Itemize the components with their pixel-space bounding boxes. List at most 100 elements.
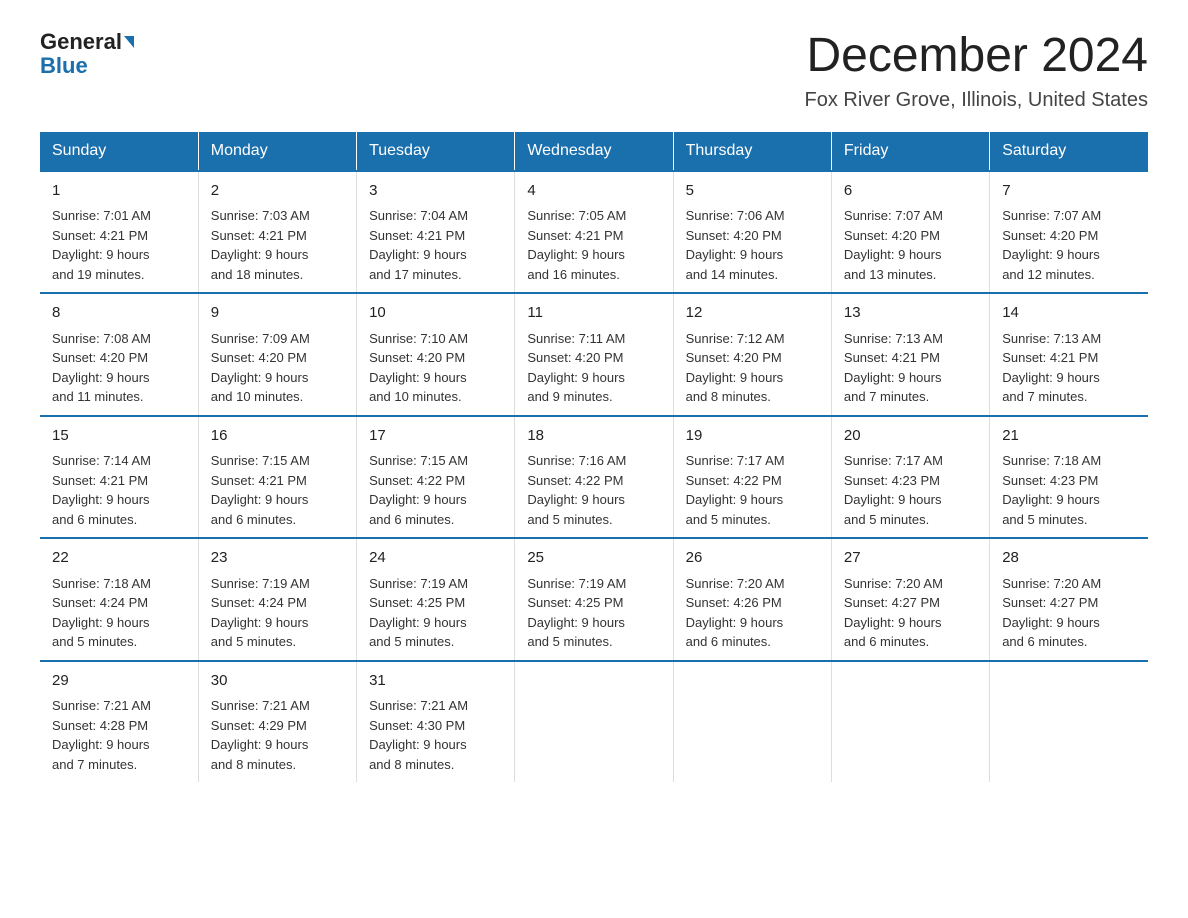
- day-number: 22: [52, 547, 186, 570]
- calendar-cell: 2 Sunrise: 7:03 AM Sunset: 4:21 PM Dayli…: [198, 171, 356, 294]
- day-sunrise: Sunrise: 7:05 AM: [527, 208, 626, 223]
- day-number: 23: [211, 547, 344, 570]
- day-sunrise: Sunrise: 7:08 AM: [52, 331, 151, 346]
- day-daylight: Daylight: 9 hoursand 6 minutes.: [52, 492, 150, 527]
- day-sunrise: Sunrise: 7:15 AM: [369, 453, 468, 468]
- day-sunrise: Sunrise: 7:20 AM: [686, 576, 785, 591]
- day-number: 17: [369, 425, 502, 448]
- day-sunset: Sunset: 4:20 PM: [686, 228, 782, 243]
- day-sunrise: Sunrise: 7:18 AM: [1002, 453, 1101, 468]
- day-sunrise: Sunrise: 7:07 AM: [844, 208, 943, 223]
- day-sunset: Sunset: 4:25 PM: [369, 595, 465, 610]
- day-daylight: Daylight: 9 hoursand 8 minutes.: [686, 370, 784, 405]
- day-daylight: Daylight: 9 hoursand 7 minutes.: [844, 370, 942, 405]
- calendar-cell: 11 Sunrise: 7:11 AM Sunset: 4:20 PM Dayl…: [515, 293, 673, 416]
- day-number: 6: [844, 180, 977, 203]
- calendar-cell: 3 Sunrise: 7:04 AM Sunset: 4:21 PM Dayli…: [357, 171, 515, 294]
- calendar-day-header: Sunday: [40, 132, 198, 171]
- logo-blue-text: Blue: [40, 54, 88, 78]
- day-number: 5: [686, 180, 819, 203]
- calendar-cell: 26 Sunrise: 7:20 AM Sunset: 4:26 PM Dayl…: [673, 538, 831, 661]
- calendar-cell: 13 Sunrise: 7:13 AM Sunset: 4:21 PM Dayl…: [831, 293, 989, 416]
- calendar-cell: 23 Sunrise: 7:19 AM Sunset: 4:24 PM Dayl…: [198, 538, 356, 661]
- day-daylight: Daylight: 9 hoursand 5 minutes.: [369, 615, 467, 650]
- day-daylight: Daylight: 9 hoursand 8 minutes.: [211, 737, 309, 772]
- calendar-cell: 21 Sunrise: 7:18 AM Sunset: 4:23 PM Dayl…: [990, 416, 1148, 539]
- page-header: General Blue December 2024 Fox River Gro…: [40, 30, 1148, 112]
- calendar-week-row: 8 Sunrise: 7:08 AM Sunset: 4:20 PM Dayli…: [40, 293, 1148, 416]
- calendar-cell: 31 Sunrise: 7:21 AM Sunset: 4:30 PM Dayl…: [357, 661, 515, 783]
- day-number: 18: [527, 425, 660, 448]
- calendar-day-header: Thursday: [673, 132, 831, 171]
- day-daylight: Daylight: 9 hoursand 16 minutes.: [527, 247, 625, 282]
- day-sunset: Sunset: 4:23 PM: [844, 473, 940, 488]
- day-sunset: Sunset: 4:21 PM: [527, 228, 623, 243]
- day-daylight: Daylight: 9 hoursand 7 minutes.: [1002, 370, 1100, 405]
- day-number: 12: [686, 302, 819, 325]
- day-sunset: Sunset: 4:28 PM: [52, 718, 148, 733]
- day-sunrise: Sunrise: 7:21 AM: [52, 698, 151, 713]
- day-sunset: Sunset: 4:20 PM: [1002, 228, 1098, 243]
- day-daylight: Daylight: 9 hoursand 14 minutes.: [686, 247, 784, 282]
- calendar-cell: 8 Sunrise: 7:08 AM Sunset: 4:20 PM Dayli…: [40, 293, 198, 416]
- calendar-day-header: Friday: [831, 132, 989, 171]
- day-sunrise: Sunrise: 7:06 AM: [686, 208, 785, 223]
- day-daylight: Daylight: 9 hoursand 11 minutes.: [52, 370, 150, 405]
- day-sunset: Sunset: 4:22 PM: [369, 473, 465, 488]
- day-number: 27: [844, 547, 977, 570]
- day-sunset: Sunset: 4:20 PM: [211, 350, 307, 365]
- day-sunrise: Sunrise: 7:21 AM: [211, 698, 310, 713]
- day-daylight: Daylight: 9 hoursand 12 minutes.: [1002, 247, 1100, 282]
- day-sunset: Sunset: 4:21 PM: [369, 228, 465, 243]
- day-sunset: Sunset: 4:20 PM: [369, 350, 465, 365]
- day-sunset: Sunset: 4:29 PM: [211, 718, 307, 733]
- calendar-cell: 14 Sunrise: 7:13 AM Sunset: 4:21 PM Dayl…: [990, 293, 1148, 416]
- calendar-cell: 16 Sunrise: 7:15 AM Sunset: 4:21 PM Dayl…: [198, 416, 356, 539]
- day-number: 4: [527, 180, 660, 203]
- day-sunrise: Sunrise: 7:20 AM: [1002, 576, 1101, 591]
- day-sunset: Sunset: 4:20 PM: [527, 350, 623, 365]
- day-daylight: Daylight: 9 hoursand 7 minutes.: [52, 737, 150, 772]
- calendar-header-row: SundayMondayTuesdayWednesdayThursdayFrid…: [40, 132, 1148, 171]
- day-sunset: Sunset: 4:26 PM: [686, 595, 782, 610]
- day-sunset: Sunset: 4:25 PM: [527, 595, 623, 610]
- day-sunrise: Sunrise: 7:21 AM: [369, 698, 468, 713]
- day-daylight: Daylight: 9 hoursand 5 minutes.: [211, 615, 309, 650]
- calendar-week-row: 15 Sunrise: 7:14 AM Sunset: 4:21 PM Dayl…: [40, 416, 1148, 539]
- day-sunset: Sunset: 4:30 PM: [369, 718, 465, 733]
- day-number: 29: [52, 670, 186, 693]
- day-sunset: Sunset: 4:27 PM: [844, 595, 940, 610]
- day-sunrise: Sunrise: 7:01 AM: [52, 208, 151, 223]
- calendar-cell: [673, 661, 831, 783]
- day-sunrise: Sunrise: 7:16 AM: [527, 453, 626, 468]
- day-number: 30: [211, 670, 344, 693]
- calendar-day-header: Monday: [198, 132, 356, 171]
- day-sunset: Sunset: 4:20 PM: [52, 350, 148, 365]
- logo-general-text: General: [40, 30, 122, 54]
- day-sunrise: Sunrise: 7:17 AM: [844, 453, 943, 468]
- day-number: 10: [369, 302, 502, 325]
- calendar-day-header: Wednesday: [515, 132, 673, 171]
- day-sunrise: Sunrise: 7:04 AM: [369, 208, 468, 223]
- day-daylight: Daylight: 9 hoursand 10 minutes.: [369, 370, 467, 405]
- day-number: 20: [844, 425, 977, 448]
- day-daylight: Daylight: 9 hoursand 10 minutes.: [211, 370, 309, 405]
- calendar-cell: 7 Sunrise: 7:07 AM Sunset: 4:20 PM Dayli…: [990, 171, 1148, 294]
- day-daylight: Daylight: 9 hoursand 6 minutes.: [686, 615, 784, 650]
- logo-triangle-icon: [124, 36, 134, 48]
- day-daylight: Daylight: 9 hoursand 19 minutes.: [52, 247, 150, 282]
- day-daylight: Daylight: 9 hoursand 9 minutes.: [527, 370, 625, 405]
- calendar-day-header: Saturday: [990, 132, 1148, 171]
- day-sunset: Sunset: 4:20 PM: [686, 350, 782, 365]
- day-number: 9: [211, 302, 344, 325]
- day-number: 28: [1002, 547, 1136, 570]
- calendar-cell: 30 Sunrise: 7:21 AM Sunset: 4:29 PM Dayl…: [198, 661, 356, 783]
- day-daylight: Daylight: 9 hoursand 18 minutes.: [211, 247, 309, 282]
- day-number: 8: [52, 302, 186, 325]
- day-number: 25: [527, 547, 660, 570]
- day-daylight: Daylight: 9 hoursand 6 minutes.: [211, 492, 309, 527]
- day-number: 19: [686, 425, 819, 448]
- logo: General Blue: [40, 30, 134, 78]
- calendar-table: SundayMondayTuesdayWednesdayThursdayFrid…: [40, 132, 1148, 783]
- day-sunset: Sunset: 4:22 PM: [527, 473, 623, 488]
